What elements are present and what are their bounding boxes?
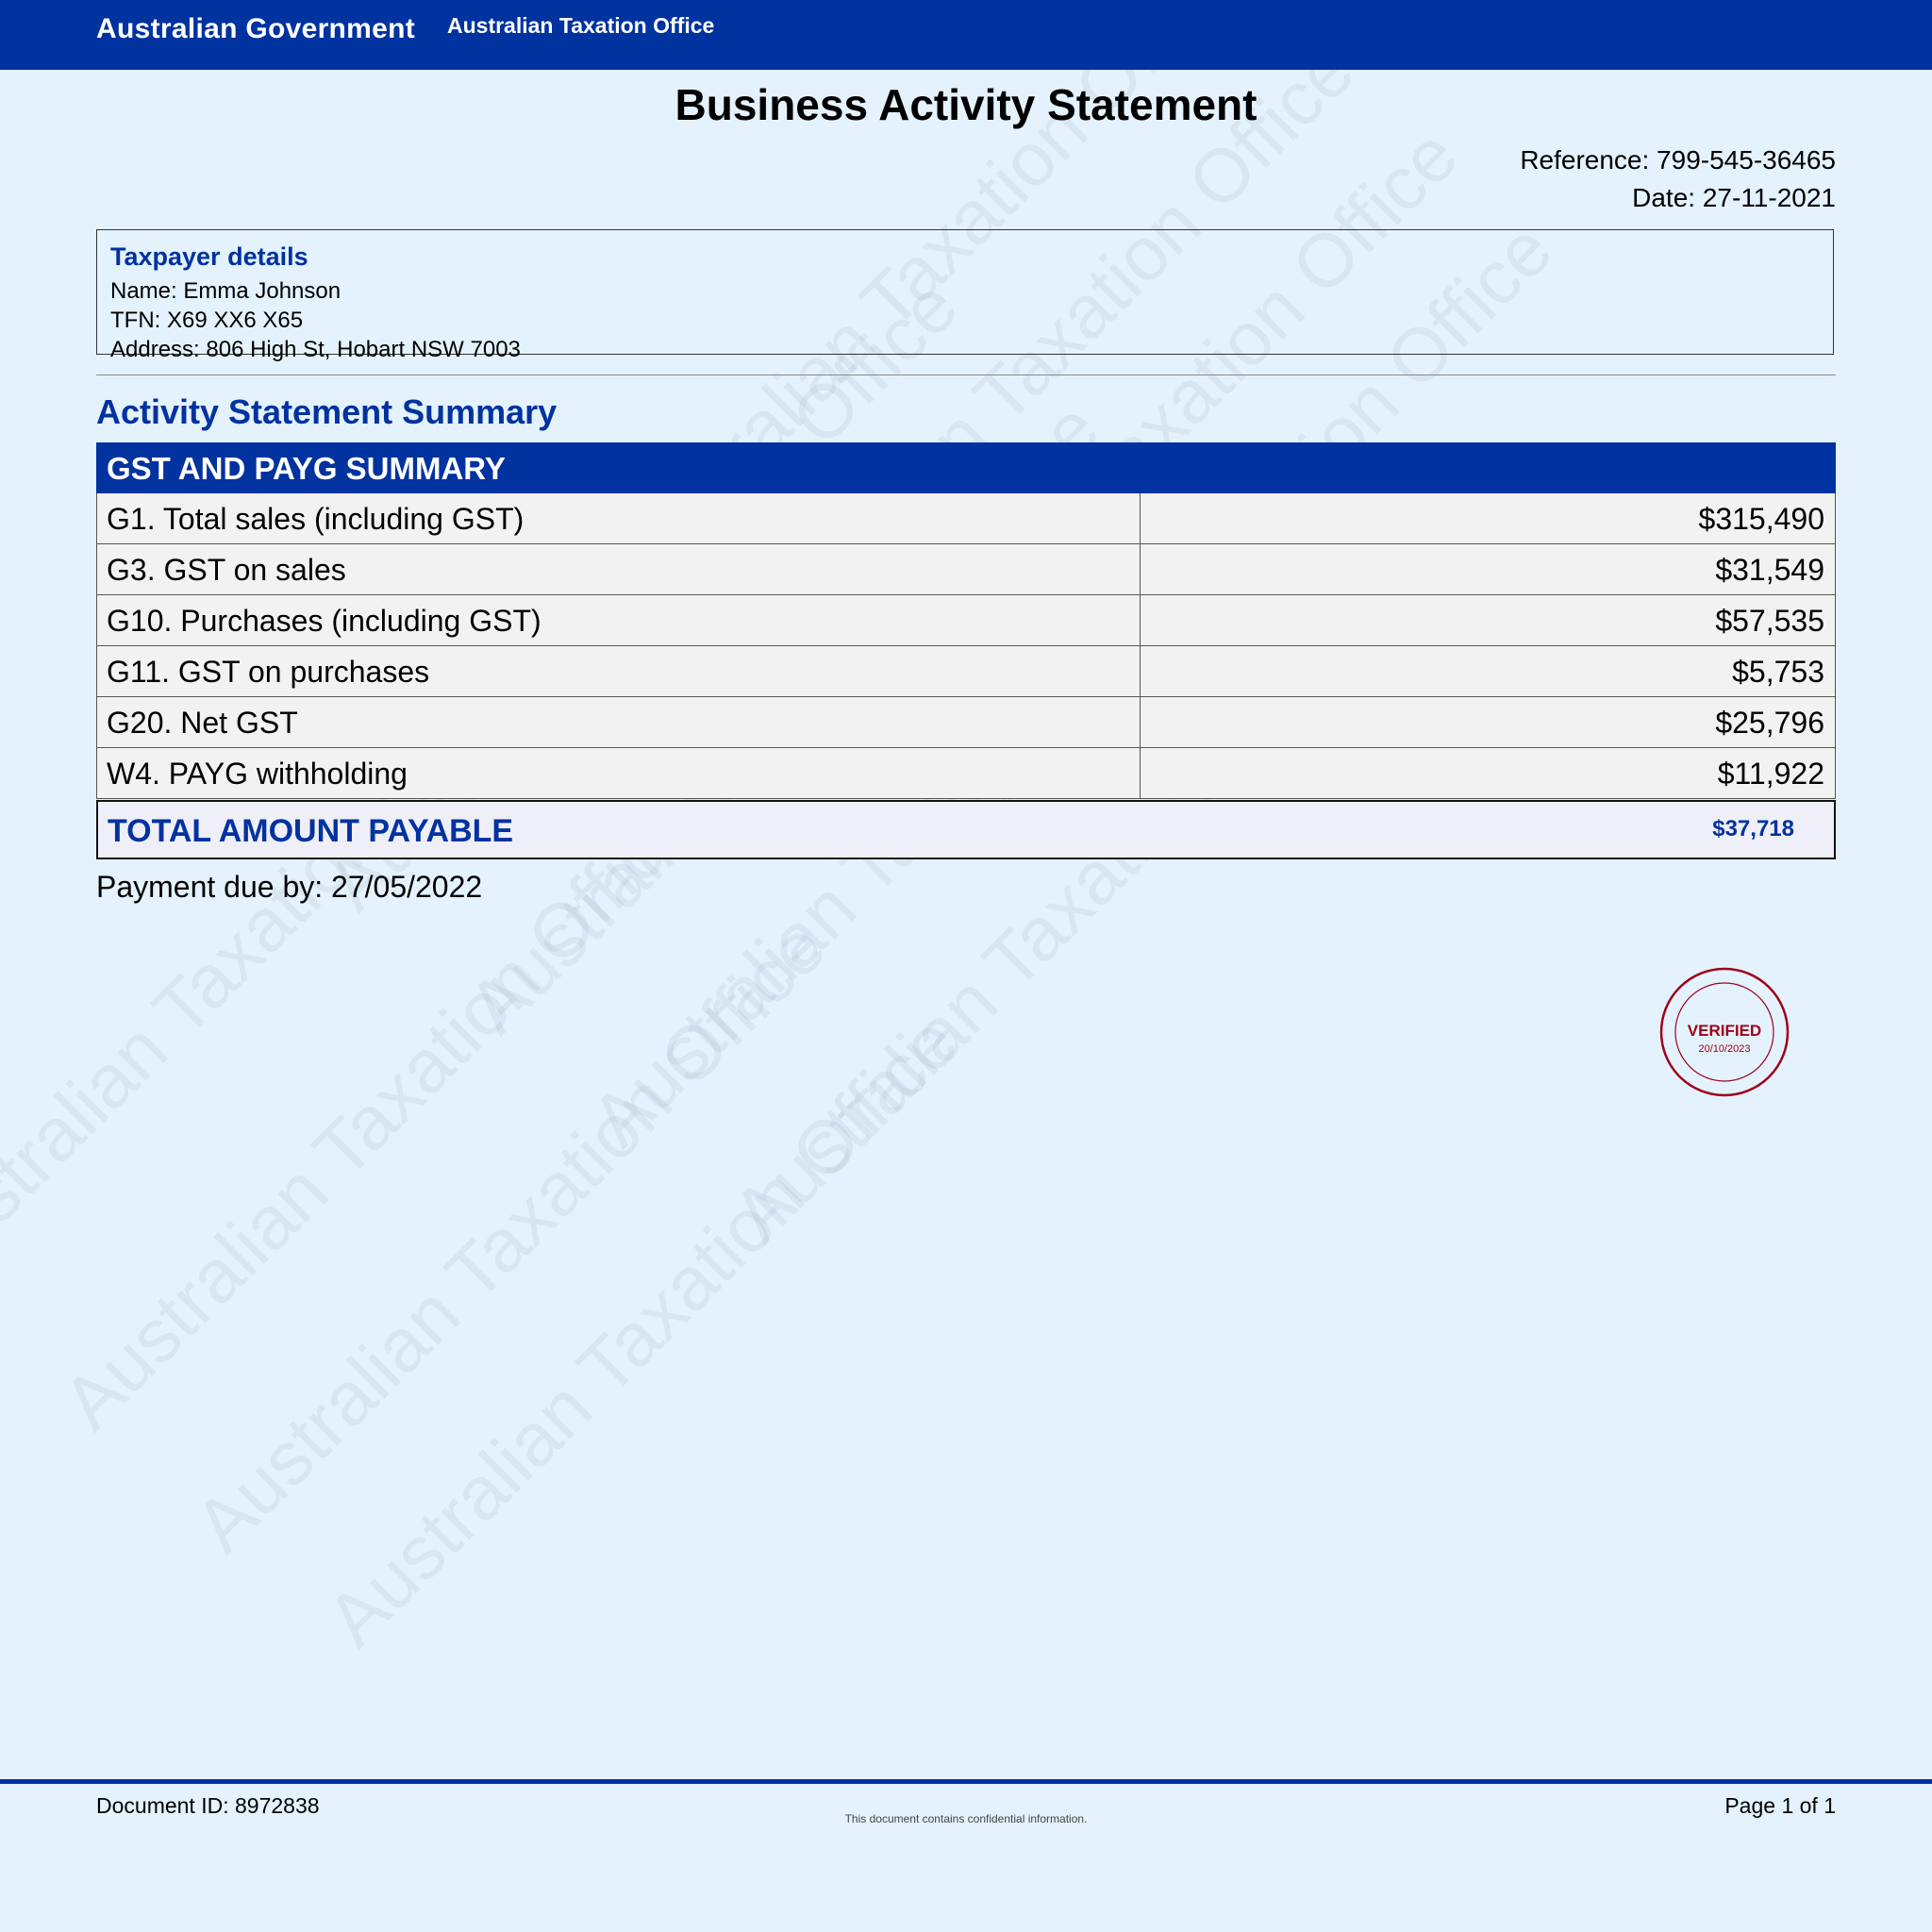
summary-heading: Activity Statement Summary (96, 392, 558, 431)
stamp-date: 20/10/2023 (1698, 1043, 1751, 1055)
verified-stamp: VERIFIED 20/10/2023 (1658, 966, 1790, 1098)
total-value: $37,718 (1712, 816, 1794, 841)
row-value: $57,535 (1715, 604, 1824, 638)
table-header: GST AND PAYG SUMMARY (96, 442, 1836, 493)
row-label: G20. Net GST (97, 697, 1141, 747)
row-label: G3. GST on sales (97, 544, 1141, 594)
payment-due-date: Payment due by: 27/05/2022 (96, 870, 483, 904)
page-number: Page 1 of 1 (1724, 1793, 1836, 1818)
taxpayer-tfn: TFN: X69 XX6 X65 (110, 308, 304, 333)
row-value: $31,549 (1715, 553, 1824, 587)
taxpayer-name: Name: Emma Johnson (110, 278, 341, 304)
table-row: W4. PAYG withholding $11,922 (96, 748, 1836, 799)
row-value: $25,796 (1715, 706, 1824, 740)
row-value: $315,490 (1698, 502, 1824, 536)
confidential-note: This document contains confidential info… (844, 1812, 1088, 1825)
taxpayer-details-heading: Taxpayer details (110, 242, 308, 271)
row-label: G10. Purchases (including GST) (97, 595, 1141, 645)
table-row: G3. GST on sales $31,549 (96, 544, 1836, 595)
row-value: $5,753 (1732, 655, 1824, 689)
row-label: G11. GST on purchases (97, 646, 1141, 696)
row-label: W4. PAYG withholding (97, 748, 1141, 798)
document-title: Business Activity Statement (675, 80, 1257, 129)
row-label: G1. Total sales (including GST) (97, 493, 1141, 543)
taxpayer-address: Address: 806 High St, Hobart NSW 7003 (110, 337, 521, 362)
gst-payg-summary-table: GST AND PAYG SUMMARY G1. Total sales (in… (96, 442, 1836, 799)
stamp-text: VERIFIED (1687, 1022, 1762, 1040)
reference-number: Reference: 799-545-36465 (1520, 145, 1836, 175)
row-value: $11,922 (1717, 757, 1824, 791)
footer-rule (0, 1779, 1932, 1784)
table-row: G20. Net GST $25,796 (96, 697, 1836, 748)
taxpayer-details-box: Taxpayer details Name: Emma Johnson TFN:… (96, 229, 1834, 362)
document-date: Date: 27-11-2021 (1632, 183, 1836, 212)
total-label: TOTAL AMOUNT PAYABLE (108, 813, 514, 849)
table-row: G11. GST on purchases $5,753 (96, 646, 1836, 697)
total-amount-payable-row: TOTAL AMOUNT PAYABLE $37,718 (96, 800, 1836, 859)
table-row: G1. Total sales (including GST) $315,490 (96, 493, 1836, 544)
table-row: G10. Purchases (including GST) $57,535 (96, 595, 1836, 646)
